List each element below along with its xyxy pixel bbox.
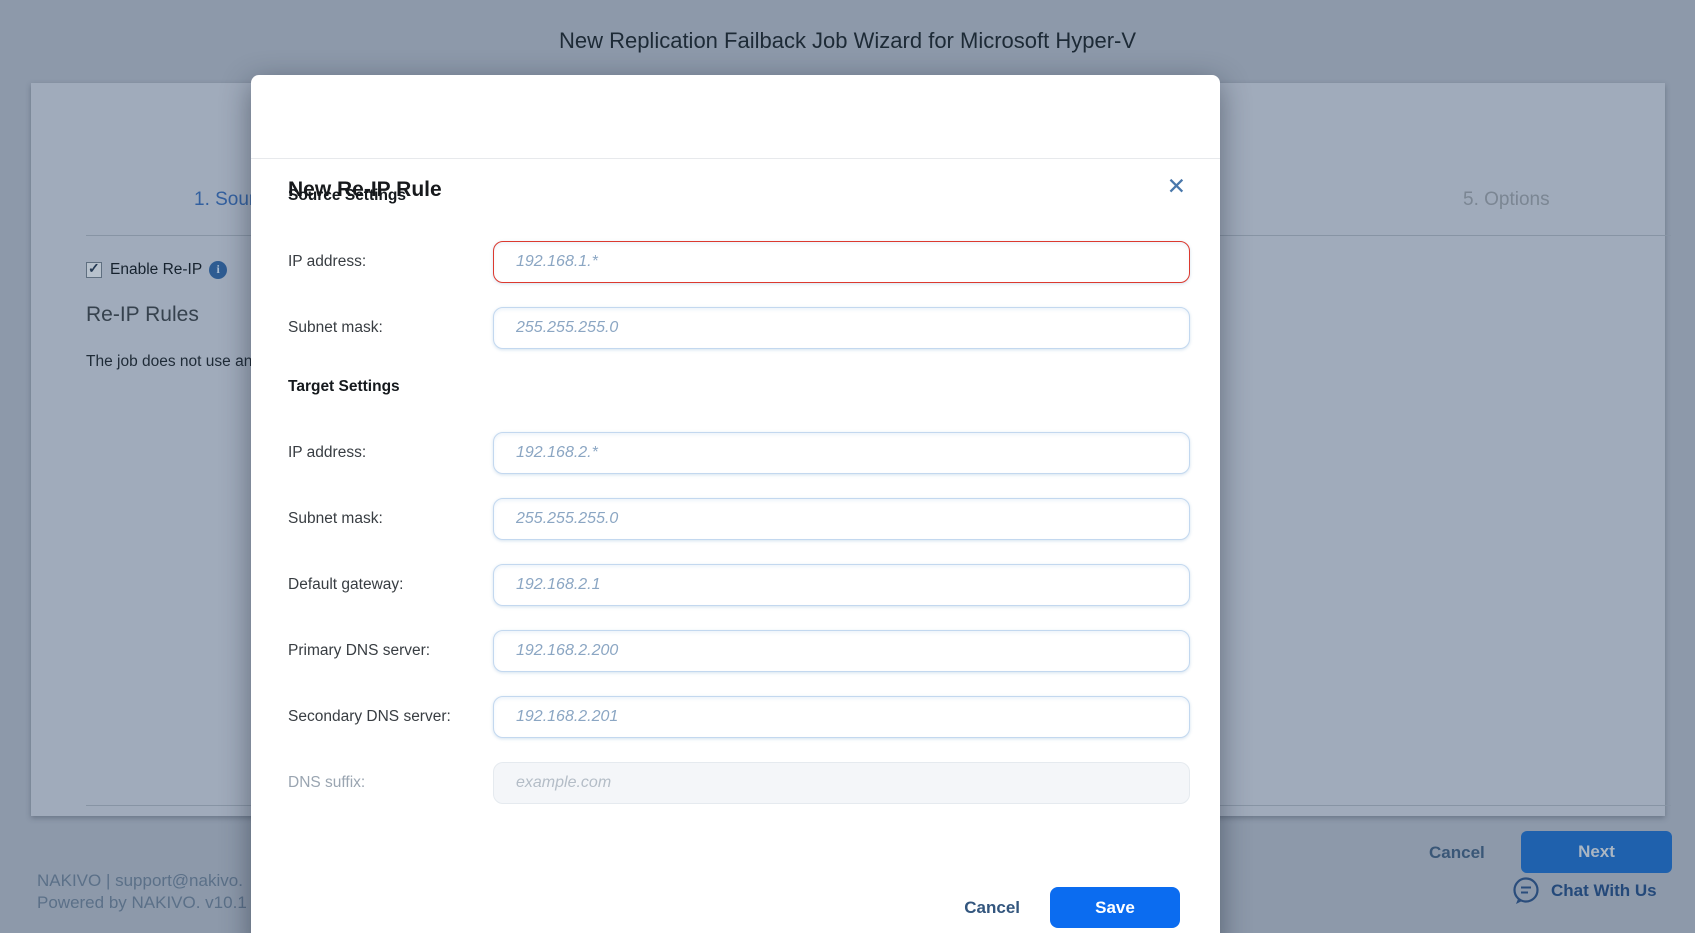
enable-reip-label: Enable Re-IP: [110, 261, 202, 279]
target-ip-address-input[interactable]: [493, 432, 1190, 474]
field-label: Subnet mask:: [288, 319, 493, 337]
field-label: IP address:: [288, 253, 493, 271]
field-label: Secondary DNS server:: [288, 708, 493, 726]
modal-body: Source Settings IP address: Subnet mask: Ta…: [251, 158, 1220, 828]
source-subnet-mask-input[interactable]: [493, 307, 1190, 349]
page-title: New Replication Failback Job Wizard for …: [0, 28, 1695, 54]
target-secondary-dns-server-input[interactable]: [493, 696, 1190, 738]
reip-rules-heading: Re-IP Rules: [86, 303, 199, 327]
enable-reip-row: ✓ Enable Re-IP: [86, 261, 227, 279]
footer-version-text: Powered by NAKIVO. v10.1: [37, 893, 247, 913]
modal-footer: Cancel Save: [964, 887, 1180, 928]
checkmark-icon: ✓: [88, 260, 100, 277]
modal-cancel-button[interactable]: Cancel: [964, 898, 1020, 918]
chat-with-us-button[interactable]: Chat With Us: [1511, 876, 1657, 906]
field-label: Default gateway:: [288, 576, 493, 594]
info-icon[interactable]: [209, 261, 227, 279]
rules-empty-text: The job does not use any: [86, 353, 260, 371]
field-row: IP address:: [288, 241, 1190, 283]
target-dns-suffix-input: [493, 762, 1190, 804]
wizard-cancel-button[interactable]: Cancel: [1429, 843, 1485, 863]
target-default-gateway-input[interactable]: [493, 564, 1190, 606]
field-label: Subnet mask:: [288, 510, 493, 528]
field-row: Subnet mask:: [288, 498, 1190, 540]
field-row: Subnet mask:: [288, 307, 1190, 349]
source-ip-address-input[interactable]: [493, 241, 1190, 283]
enable-reip-checkbox[interactable]: ✓: [86, 262, 102, 278]
target-primary-dns-server-input[interactable]: [493, 630, 1190, 672]
field-label: DNS suffix:: [288, 774, 493, 792]
footer-support-text: NAKIVO | support@nakivo.: [37, 871, 243, 891]
modal-save-button[interactable]: Save: [1050, 887, 1180, 928]
target-subnet-mask-input[interactable]: [493, 498, 1190, 540]
chat-with-us-label: Chat With Us: [1551, 881, 1657, 901]
new-reip-rule-modal: New Re-IP Rule ✕ Source SettingsIP addre…: [251, 75, 1220, 933]
field-row: DNS suffix:: [288, 762, 1190, 804]
section-heading: Source Settings: [288, 187, 1190, 207]
field-label: IP address:: [288, 444, 493, 462]
field-row: IP address:: [288, 432, 1190, 474]
chat-icon: [1511, 876, 1541, 906]
wizard-next-button[interactable]: Next: [1521, 831, 1672, 873]
field-row: Secondary DNS server:: [288, 696, 1190, 738]
field-label: Primary DNS server:: [288, 642, 493, 660]
field-row: Default gateway:: [288, 564, 1190, 606]
section-heading: Target Settings: [288, 378, 1190, 398]
field-row: Primary DNS server:: [288, 630, 1190, 672]
tab-options[interactable]: 5. Options: [1463, 189, 1550, 211]
